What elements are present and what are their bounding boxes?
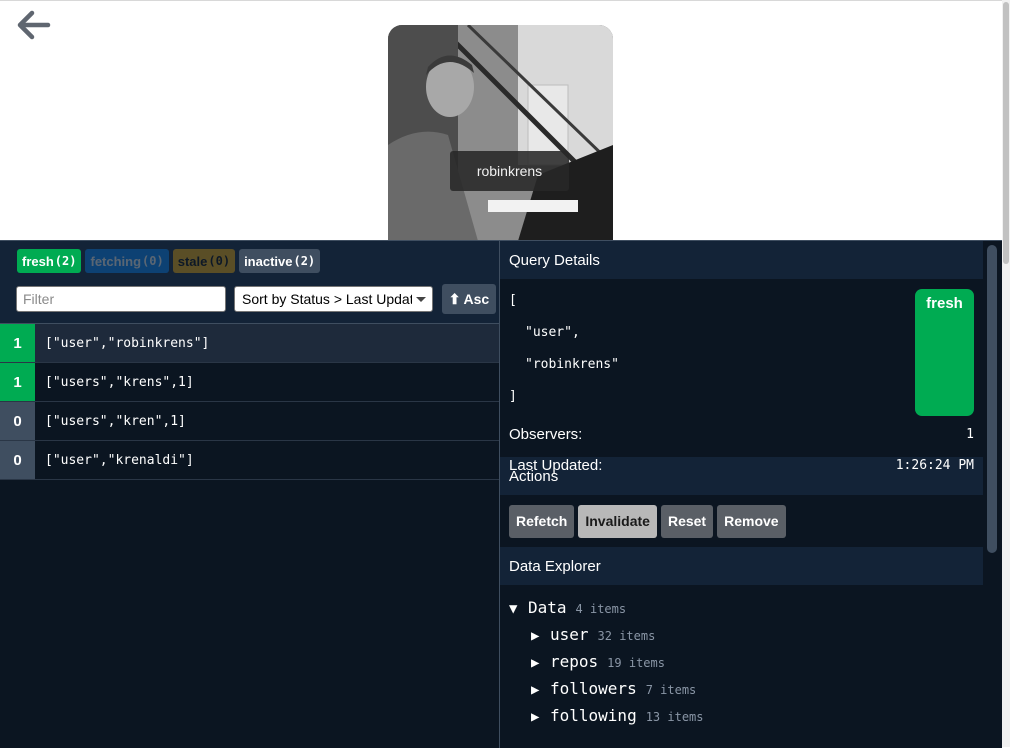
expand-right-icon: ▶ bbox=[531, 682, 540, 698]
tree-node-user[interactable]: ▶ user 32 items bbox=[509, 625, 983, 652]
expand-right-icon: ▶ bbox=[531, 709, 540, 725]
actions-bar: Refetch Invalidate Reset Remove bbox=[500, 495, 983, 547]
observers-value: 1 bbox=[966, 426, 974, 442]
last-updated-line: Last Updated: 1:26:24 PM bbox=[509, 453, 974, 477]
expand-down-icon: ▼ bbox=[509, 601, 518, 617]
observer-count: 1 bbox=[0, 363, 35, 401]
query-key: ["user","krenaldi"] bbox=[45, 452, 194, 468]
invalidate-button[interactable]: Invalidate bbox=[578, 504, 657, 538]
query-row[interactable]: 1 ["user","robinkrens"] bbox=[0, 324, 499, 363]
devtools-scrollbar[interactable] bbox=[983, 241, 1002, 748]
fetching-count-badge: fetching (0) bbox=[85, 249, 169, 273]
observer-count: 0 bbox=[0, 441, 35, 479]
sort-select[interactable]: Sort by Status > Last Updated bbox=[234, 286, 433, 312]
query-status-badge: fresh bbox=[915, 289, 974, 416]
query-row[interactable]: 1 ["users","krens",1] bbox=[0, 363, 499, 402]
expand-right-icon: ▶ bbox=[531, 628, 540, 644]
chevron-down-icon bbox=[416, 297, 426, 302]
query-details-title: Query Details bbox=[500, 241, 983, 279]
tree-node-followers[interactable]: ▶ followers 7 items bbox=[509, 679, 983, 706]
data-explorer-tree: ▼ Data 4 items ▶ user 32 items ▶ repos 1… bbox=[500, 585, 983, 733]
stale-count-badge: stale (0) bbox=[172, 249, 236, 273]
data-explorer-title: Data Explorer bbox=[500, 547, 983, 585]
tree-node-following[interactable]: ▶ following 13 items bbox=[509, 706, 983, 733]
query-key-json: [ "user", "robinkrens" ] bbox=[509, 293, 619, 404]
query-devtools-panel: fresh (2) fetching (0) stale (0) inactive (2… bbox=[0, 240, 1002, 748]
inactive-count-badge: inactive (2) bbox=[239, 249, 321, 273]
refetch-button[interactable]: Refetch bbox=[509, 504, 575, 538]
query-list-panel: fresh (2) fetching (0) stale (0) inactive (2… bbox=[0, 241, 500, 748]
username-badge: robinkrens bbox=[450, 151, 569, 191]
profile-card[interactable]: robinkrens bbox=[388, 25, 613, 241]
fresh-count-badge: fresh (2) bbox=[17, 249, 82, 273]
observer-count: 1 bbox=[0, 324, 35, 362]
status-counts: fresh (2) fetching (0) stale (0) inactive (2… bbox=[17, 249, 321, 273]
page-scrollbar[interactable] bbox=[1002, 0, 1010, 747]
profile-photo bbox=[388, 25, 613, 241]
observers-line: Observers: 1 bbox=[509, 422, 974, 446]
expand-right-icon: ▶ bbox=[531, 655, 540, 671]
app-page: robinkrens bbox=[0, 0, 1002, 241]
query-list-header: fresh (2) fetching (0) stale (0) inactive (2… bbox=[0, 241, 499, 324]
reset-button[interactable]: Reset bbox=[660, 504, 714, 538]
observers-label: Observers: bbox=[509, 425, 583, 443]
filter-input[interactable] bbox=[16, 286, 226, 312]
last-updated-value: 1:26:24 PM bbox=[895, 457, 974, 473]
last-updated-label: Last Updated: bbox=[509, 456, 603, 474]
tree-node-repos[interactable]: ▶ repos 19 items bbox=[509, 652, 983, 679]
sort-order-button[interactable]: ⬆ Asc bbox=[442, 284, 496, 314]
page-scrollbar-thumb[interactable] bbox=[1003, 2, 1009, 264]
arrow-left-icon[interactable] bbox=[16, 9, 52, 41]
tree-node-data[interactable]: ▼ Data 4 items bbox=[509, 598, 983, 625]
query-row[interactable]: 0 ["users","kren",1] bbox=[0, 402, 499, 441]
query-details-panel: Query Details [ "user", "robinkrens" ] f… bbox=[500, 241, 983, 748]
sort-select-value: Sort by Status > Last Updated bbox=[242, 291, 412, 307]
arrow-up-icon: ⬆ bbox=[448, 290, 461, 307]
query-key: ["user","robinkrens"] bbox=[45, 335, 210, 351]
remove-button[interactable]: Remove bbox=[717, 504, 786, 538]
query-row[interactable]: 0 ["user","krenaldi"] bbox=[0, 441, 499, 480]
observer-count: 0 bbox=[0, 402, 35, 440]
query-key: ["users","kren",1] bbox=[45, 413, 186, 429]
query-key: ["users","krens",1] bbox=[45, 374, 194, 390]
devtools-scrollbar-thumb[interactable] bbox=[987, 245, 997, 553]
query-details-body: [ "user", "robinkrens" ] fresh Observers… bbox=[500, 279, 983, 474]
